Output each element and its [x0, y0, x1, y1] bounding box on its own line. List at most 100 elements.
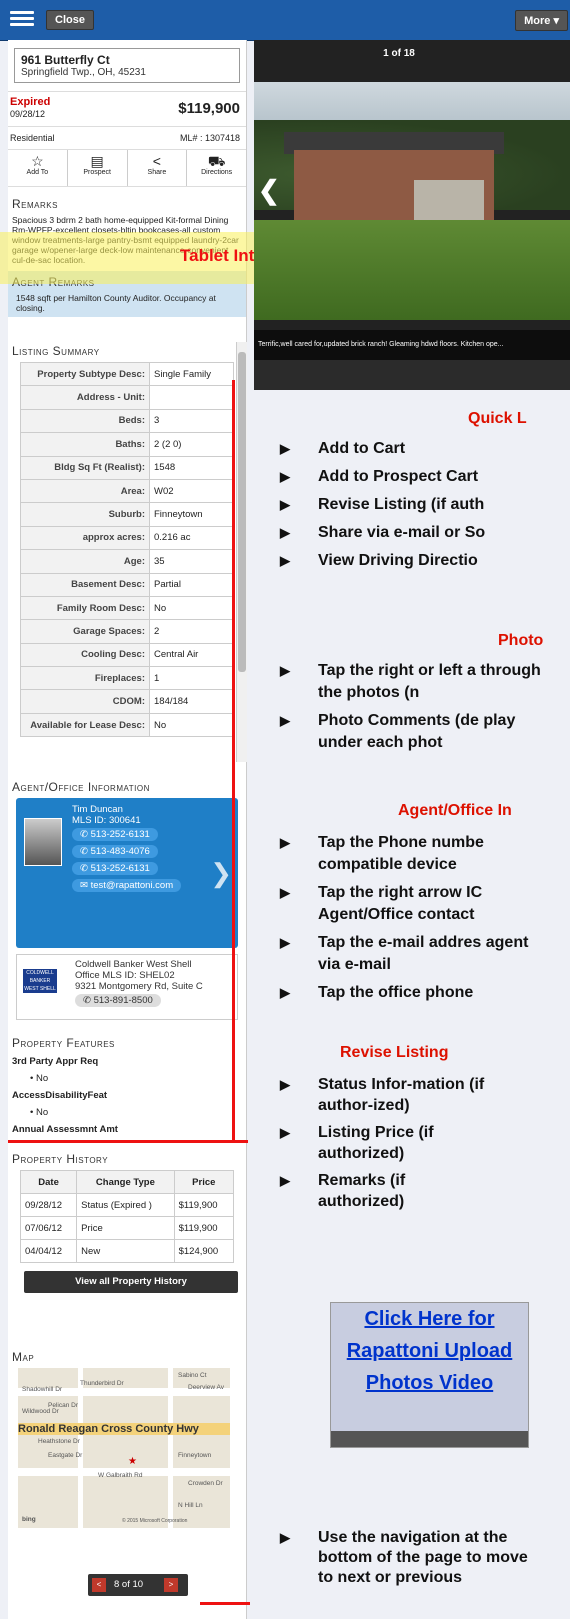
summary-row: Bldg Sq Ft (Realist): 1548	[20, 455, 234, 480]
list-price: $119,900	[178, 100, 240, 117]
summary-heading: Listing Summary	[12, 344, 100, 358]
video-link-text[interactable]: Click Here for Rapattoni Upload Photos V…	[331, 1303, 528, 1399]
agent-email[interactable]: ✉ test@rapattoni.com	[72, 879, 182, 892]
property-history: Property History Date Change Type Price 09/…	[8, 1142, 246, 1301]
agent-phone-1[interactable]: ✆ 513-252-6131	[72, 828, 158, 841]
map-copyright: © 2015 Microsoft Corporation	[122, 1518, 188, 1524]
photo-viewer[interactable]: 1 of 18 ❮ Terrific,well cared for,update…	[254, 40, 570, 360]
share-button[interactable]: < Share	[128, 150, 188, 186]
agent-card[interactable]: Tim Duncan MLS ID: 300641 ✆ 513-252-6131…	[16, 798, 238, 948]
hamburger-menu-icon[interactable]	[10, 8, 34, 32]
summary-row: CDOM: 184/184	[20, 689, 234, 714]
property-features: Property Features 3rd Party Appr Req • N…	[8, 1026, 246, 1141]
next-page-button[interactable]: >	[164, 1578, 178, 1592]
city-address: Springfield Twp., OH, 45231	[21, 67, 146, 78]
share-icon: <	[152, 153, 161, 169]
summary-row: Garage Spaces: 2	[20, 619, 234, 644]
office-name: Coldwell Banker West Shell	[75, 959, 192, 970]
action-bar: ☆ Add To ▤ Prospect < Share ⛟ Directions	[8, 149, 246, 187]
close-button[interactable]: Close	[46, 10, 94, 30]
chevron-right-icon[interactable]: ❯	[210, 858, 232, 889]
add-to-button[interactable]: ☆ Add To	[8, 150, 68, 186]
list-item: Tap the e-mail addres agent via e-mail	[254, 932, 548, 976]
feature-value: • No	[30, 1107, 49, 1118]
car-icon: ⛟	[207, 153, 226, 169]
listing-summary: Listing Summary Property Subtype Desc: Si…	[8, 342, 246, 738]
view-all-history-button[interactable]: View all Property History	[24, 1271, 238, 1293]
summary-row: approx acres: 0.216 ac	[20, 525, 234, 551]
pager: < 8 of 10 >	[88, 1574, 188, 1596]
upload-photos-video-link[interactable]: Click Here for Rapattoni Upload Photos V…	[330, 1302, 529, 1448]
agent-phone-2[interactable]: ✆ 513-483-4076	[72, 845, 158, 858]
summary-row: Baths: 2 (2 0)	[20, 432, 234, 457]
summary-row: Age: 35	[20, 549, 234, 574]
list-item: Listing Price (if authorized)	[254, 1122, 494, 1164]
office-card: COLDWELL BANKER WEST SHELL Coldwell Bank…	[16, 954, 238, 1020]
agent-phone-3[interactable]: ✆ 513-252-6131	[72, 862, 158, 875]
feature-key: AccessDisabilityFeat	[12, 1090, 108, 1101]
agent-office-section: Agent/Office Information Tim Duncan MLS …	[8, 770, 246, 1026]
status-label: Expired	[10, 96, 51, 108]
list-item: Tap the right arrow IC Agent/Office cont…	[254, 882, 548, 926]
list-item: Revise Listing (if auth	[254, 494, 570, 516]
feature-key: Annual Assessmnt Amt	[12, 1124, 118, 1135]
office-logo: COLDWELL BANKER WEST SHELL	[23, 969, 57, 993]
photo-counter: 1 of 18	[383, 48, 415, 59]
prospect-icon: ▤	[90, 153, 104, 169]
list-item: Tap the Phone numbe compatible device	[254, 832, 548, 876]
office-address: 9321 Montgomery Rd, Suite C	[75, 981, 203, 992]
summary-row: Beds: 3	[20, 408, 234, 434]
summary-scrollbar[interactable]	[236, 342, 247, 762]
quick-links-heading: Quick L	[468, 410, 527, 427]
summary-row: Property Subtype Desc: Single Family	[20, 361, 234, 387]
summary-row: Available for Lease Desc: No	[20, 712, 234, 738]
mls-number: ML# : 1307418	[179, 133, 240, 143]
pager-text: 8 of 10	[114, 1579, 144, 1590]
history-table: Date Change Type Price 09/28/12 Status (Expi…	[19, 1170, 235, 1263]
remarks-heading: Remarks	[12, 197, 58, 211]
agent-mls-id: MLS ID: 300641	[72, 815, 141, 826]
agent-office-tips-heading: Agent/Office In	[398, 802, 512, 819]
list-item: Tap the right or left a through the phot…	[254, 660, 548, 704]
list-item: Tap the office phone	[254, 982, 570, 1004]
table-row: 07/06/12 Price $119,900	[19, 1216, 235, 1240]
photos-list: Tap the right or left a through the phot…	[254, 654, 570, 754]
map[interactable]: Ronald Reagan Cross County Hwy Thunderbi…	[18, 1368, 230, 1528]
summary-row: Cooling Desc: Central Air	[20, 642, 234, 668]
summary-row: Fireplaces: 1	[20, 666, 234, 691]
summary-table: Property Subtype Desc: Single Family Addre…	[20, 361, 234, 738]
summary-row: Family Room Desc: No	[20, 595, 234, 621]
street-address: 961 Butterfly Ct	[21, 53, 110, 67]
status-date: 09/28/12	[10, 109, 46, 119]
office-mls-id: Office MLS ID: SHEL02	[75, 970, 175, 981]
chevron-left-icon[interactable]: ❮	[258, 175, 280, 206]
list-item: Add to Prospect Cart	[254, 466, 570, 488]
table-row: 09/28/12 Status (Expired ) $119,900	[19, 1193, 235, 1217]
property-type: Residential	[10, 133, 55, 143]
map-section: Map Ronald Reagan Cross County Hwy Thund…	[8, 1340, 246, 1528]
feature-key: 3rd Party Appr Req	[12, 1056, 99, 1067]
callout-line	[200, 1602, 250, 1605]
history-heading: Property History	[12, 1152, 109, 1166]
list-item: Add to Cart	[254, 438, 570, 460]
list-item: Photo Comments (de play under each phot	[254, 710, 548, 754]
features-heading: Property Features	[12, 1036, 115, 1050]
prev-page-button[interactable]: <	[92, 1578, 106, 1592]
location-pin-icon: ★	[128, 1456, 137, 1467]
office-phone[interactable]: ✆ 513-891-8500	[75, 994, 161, 1007]
agent-name: Tim Duncan	[72, 804, 123, 815]
summary-row: Suburb: Finneytown	[20, 502, 234, 527]
callout-line	[8, 1140, 248, 1143]
more-button[interactable]: More ▾	[515, 10, 568, 31]
summary-row: Basement Desc: Partial	[20, 572, 234, 597]
quick-links-list: Add to Cart Add to Prospect Cart Revise …	[254, 432, 570, 572]
summary-row: Address - Unit:	[20, 385, 234, 410]
status-row: Expired 09/28/12 $119,900	[8, 91, 246, 126]
highway-label: Ronald Reagan Cross County Hwy	[18, 1423, 230, 1435]
star-icon: ☆	[31, 153, 44, 169]
directions-button[interactable]: ⛟ Directions	[187, 150, 246, 186]
map-heading: Map	[12, 1350, 35, 1364]
revise-listing-heading: Revise Listing	[340, 1044, 449, 1061]
summary-row: Area: W02	[20, 478, 234, 504]
prospect-button[interactable]: ▤ Prospect	[68, 150, 128, 186]
